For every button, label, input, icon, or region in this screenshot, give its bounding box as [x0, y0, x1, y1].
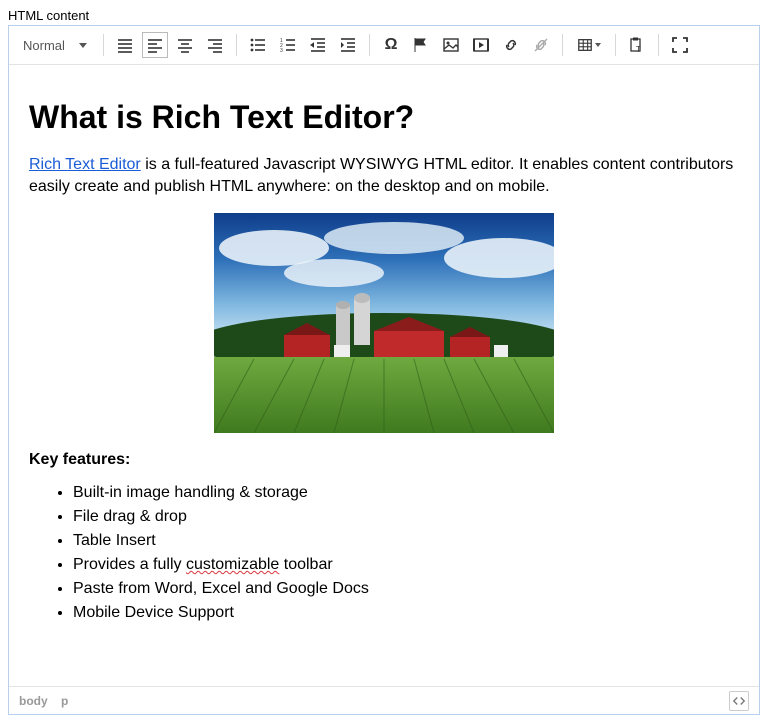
paragraph-style-value: Normal: [23, 38, 65, 53]
fullscreen-button[interactable]: [667, 32, 693, 58]
outdent-icon: [309, 36, 327, 54]
svg-text:3: 3: [280, 48, 283, 54]
rich-text-editor: Normal 123: [8, 25, 760, 715]
code-icon: [732, 694, 746, 708]
toolbar-separator: [562, 34, 563, 56]
editor-toolbar: Normal 123: [9, 26, 759, 65]
rich-text-editor-link[interactable]: Rich Text Editor: [29, 156, 141, 173]
link-button[interactable]: [498, 32, 524, 58]
features-list: Built-in image handling & storage File d…: [29, 481, 739, 625]
toolbar-separator: [103, 34, 104, 56]
unlink-button[interactable]: [528, 32, 554, 58]
editor-statusbar: body p: [9, 686, 759, 714]
source-code-button[interactable]: [729, 691, 749, 711]
align-left-icon: [146, 36, 164, 54]
align-center-button[interactable]: [172, 32, 198, 58]
align-center-icon: [176, 36, 194, 54]
toolbar-separator: [369, 34, 370, 56]
link-icon: [502, 36, 520, 54]
indent-icon: [339, 36, 357, 54]
content-heading: What is Rich Text Editor?: [29, 99, 739, 136]
outdent-button[interactable]: [305, 32, 331, 58]
spellcheck-word: customizable: [186, 556, 279, 573]
paragraph-style-select[interactable]: Normal: [17, 34, 95, 57]
justify-full-button[interactable]: [112, 32, 138, 58]
text-fragment: Provides a fully: [73, 556, 186, 573]
bullet-list-icon: [249, 36, 267, 54]
align-left-button[interactable]: [142, 32, 168, 58]
intro-paragraph: Rich Text Editor is a full-featured Java…: [29, 154, 739, 197]
omega-icon: Ω: [385, 36, 398, 54]
indent-button[interactable]: [335, 32, 361, 58]
align-right-icon: [206, 36, 224, 54]
image-button[interactable]: [438, 32, 464, 58]
justify-full-icon: [116, 36, 134, 54]
table-button[interactable]: [571, 32, 607, 58]
field-label: HTML content: [8, 8, 760, 23]
path-item-p[interactable]: p: [61, 694, 68, 708]
paste-button[interactable]: T: [624, 32, 650, 58]
key-features-label: Key features:: [29, 449, 739, 471]
toolbar-separator: [658, 34, 659, 56]
chevron-down-icon: [595, 43, 601, 47]
numbered-list-icon: 123: [279, 36, 297, 54]
table-icon: [577, 37, 593, 53]
fullscreen-icon: [671, 36, 689, 54]
chevron-down-icon: [79, 43, 87, 48]
paste-text-icon: T: [628, 36, 646, 54]
list-item: Mobile Device Support: [73, 601, 739, 625]
align-right-button[interactable]: [202, 32, 228, 58]
content-image-farm: [214, 213, 554, 433]
list-item: Built-in image handling & storage: [73, 481, 739, 505]
media-button[interactable]: [468, 32, 494, 58]
numbered-list-button[interactable]: 123: [275, 32, 301, 58]
svg-text:T: T: [636, 45, 641, 54]
bullet-list-button[interactable]: [245, 32, 271, 58]
anchor-button[interactable]: [408, 32, 434, 58]
text-fragment: toolbar: [279, 556, 332, 573]
special-char-button[interactable]: Ω: [378, 32, 404, 58]
toolbar-separator: [236, 34, 237, 56]
media-icon: [472, 36, 490, 54]
flag-icon: [412, 36, 430, 54]
editor-content[interactable]: What is Rich Text Editor? Rich Text Edit…: [9, 65, 759, 686]
list-item: File drag & drop: [73, 505, 739, 529]
image-icon: [442, 36, 460, 54]
unlink-icon: [532, 36, 550, 54]
path-item-body[interactable]: body: [19, 694, 48, 708]
element-path: body p: [19, 694, 78, 708]
list-item: Table Insert: [73, 529, 739, 553]
list-item: Provides a fully customizable toolbar: [73, 553, 739, 577]
list-item: Paste from Word, Excel and Google Docs: [73, 577, 739, 601]
toolbar-separator: [615, 34, 616, 56]
